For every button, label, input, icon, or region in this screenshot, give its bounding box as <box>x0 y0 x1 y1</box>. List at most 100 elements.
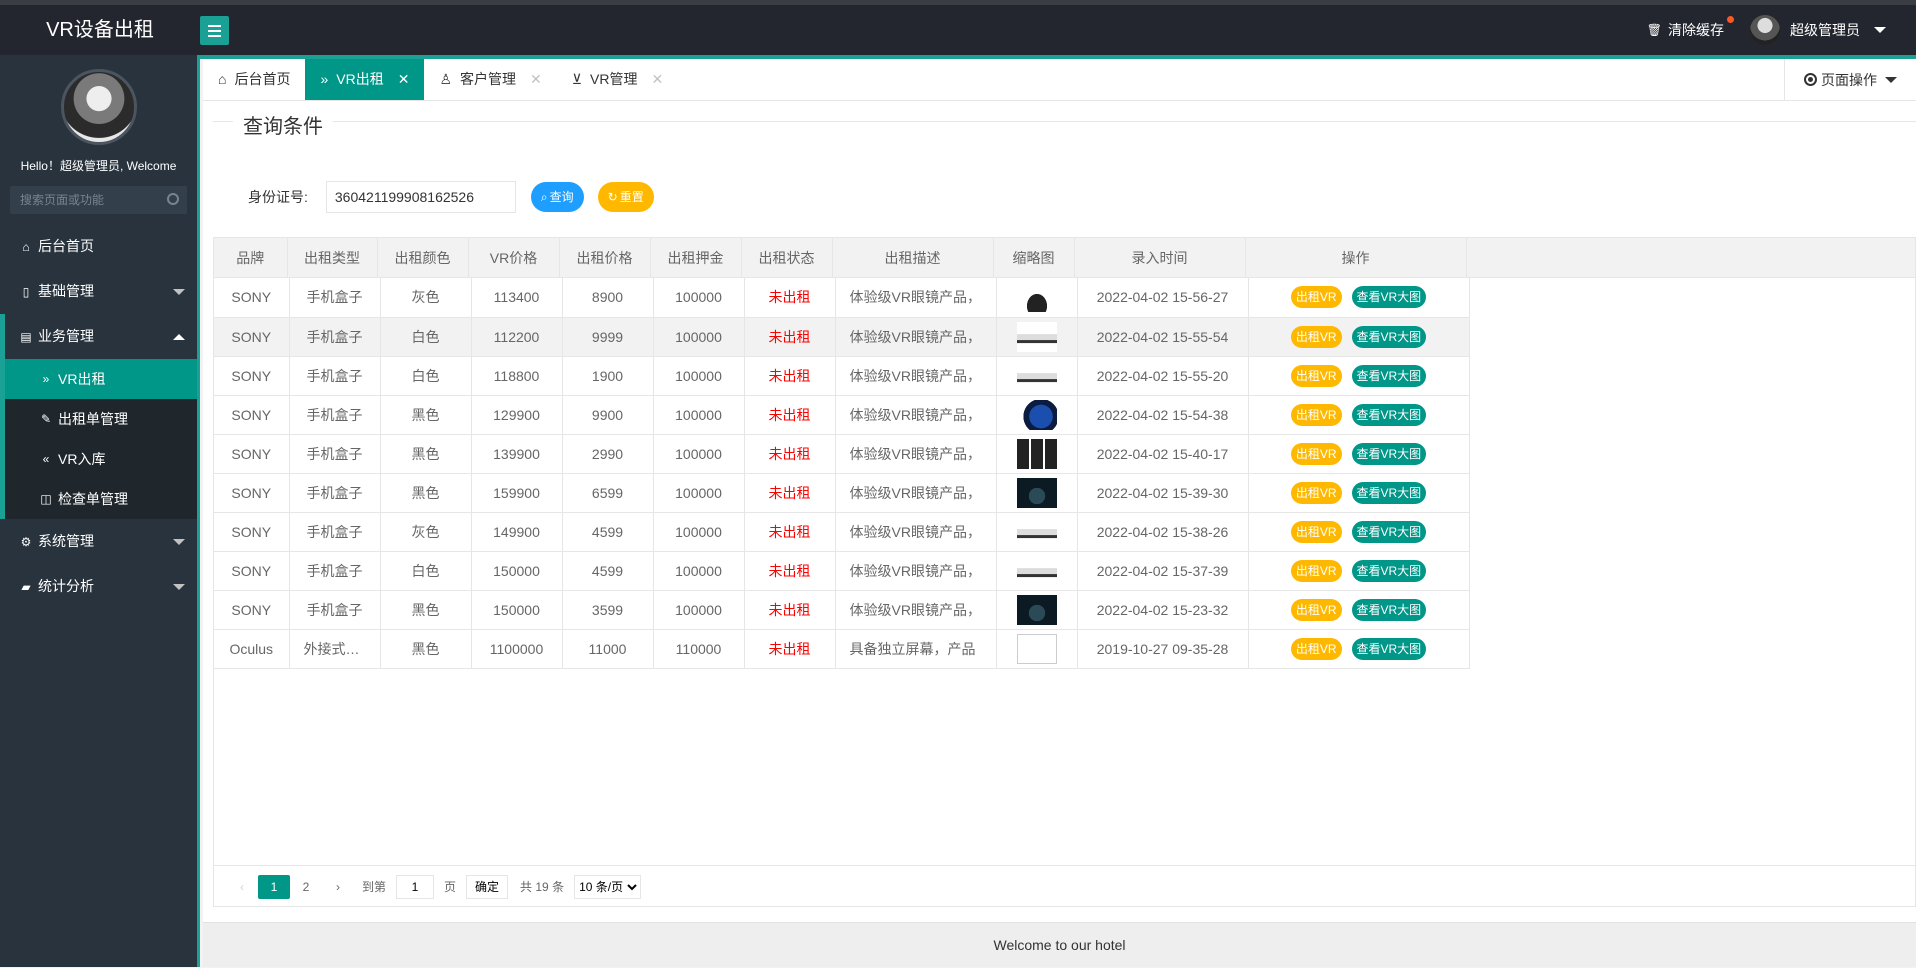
cell-rent-price: 9999 <box>562 317 654 357</box>
cell-type: 手机盒子 <box>289 395 381 435</box>
menu-toggle-button[interactable] <box>200 16 229 45</box>
column-header[interactable]: VR价格 <box>468 238 560 278</box>
view-vr-image-button[interactable]: 查看VR大图 <box>1351 442 1427 465</box>
rent-vr-button[interactable]: 出租VR <box>1290 559 1342 582</box>
column-header[interactable]: 录入时间 <box>1074 238 1246 278</box>
thumbnail-image[interactable] <box>1016 633 1057 664</box>
thumbnail-image[interactable] <box>1016 477 1057 508</box>
table-row[interactable]: SONY 手机盒子 黑色 150000 3599 100000 未出租 体验级VR眼镜产品， 2… <box>214 590 1470 630</box>
view-vr-image-button[interactable]: 查看VR大图 <box>1351 637 1427 660</box>
view-vr-image-button[interactable]: 查看VR大图 <box>1351 403 1427 426</box>
sidebar-item-rent-orders[interactable]: ✎ 出租单管理 <box>5 399 197 439</box>
view-vr-image-button[interactable]: 查看VR大图 <box>1351 520 1427 543</box>
cell-thumbnail <box>996 473 1078 513</box>
view-vr-image-button[interactable]: 查看VR大图 <box>1351 286 1427 309</box>
table-row[interactable]: Oculus 外接式头显 黑色 1100000 11000 110000 未出租 具备独立屏幕… <box>214 629 1470 669</box>
sidebar-item-statistics[interactable]: ▰ 统计分析 <box>0 564 197 609</box>
cell-type: 手机盒子 <box>289 551 381 591</box>
clear-cache-button[interactable]: 🗑 清除缓存 <box>1647 16 1734 40</box>
rent-vr-button[interactable]: 出租VR <box>1290 637 1342 660</box>
table-row[interactable]: SONY 手机盒子 白色 150000 4599 100000 未出租 体验级VR眼镜产品， 2… <box>214 551 1470 591</box>
column-header[interactable]: 操作 <box>1245 238 1467 278</box>
rent-vr-button[interactable]: 出租VR <box>1290 364 1342 387</box>
cell-rent-price: 11000 <box>562 629 654 669</box>
page-ops-button[interactable]: 页面操作 <box>1784 59 1916 100</box>
cell-vr-price: 118800 <box>471 356 563 396</box>
table-row[interactable]: SONY 手机盒子 黑色 139900 2990 100000 未出租 体验级VR眼镜产品， 2… <box>214 434 1470 474</box>
column-header[interactable]: 出租描述 <box>832 238 994 278</box>
sidebar-item-home[interactable]: ⌂ 后台首页 <box>0 224 197 269</box>
thumbnail-image[interactable] <box>1016 555 1057 586</box>
tab-vr-rent[interactable]: » VR出租 ✕ <box>305 59 425 100</box>
column-header[interactable]: 品牌 <box>214 238 288 278</box>
sidebar-item-check-orders[interactable]: ◫ 检查单管理 <box>5 479 197 519</box>
table-body: SONY 手机盒子 灰色 113400 8900 100000 未出租 体验级VR眼镜产品， 2… <box>214 278 1470 669</box>
data-table: 品牌 出租类型 出租颜色 VR价格 出租价格 出租押金 出租状态 出租描述 缩略… <box>213 237 1916 907</box>
user-menu[interactable]: 超级管理员 <box>1750 15 1886 45</box>
thumbnail-image[interactable] <box>1016 516 1057 547</box>
id-number-input[interactable] <box>325 181 516 213</box>
view-vr-image-button[interactable]: 查看VR大图 <box>1351 364 1427 387</box>
goto-confirm-button[interactable]: 确定 <box>466 874 509 899</box>
search-icon[interactable] <box>167 193 179 205</box>
column-header[interactable]: 出租押金 <box>650 238 742 278</box>
cell-status: 未出租 <box>744 434 836 474</box>
view-vr-image-button[interactable]: 查看VR大图 <box>1351 598 1427 621</box>
view-vr-image-button[interactable]: 查看VR大图 <box>1351 481 1427 504</box>
close-icon[interactable]: ✕ <box>530 59 542 100</box>
tab-vr-manage[interactable]: ⊻ VR管理 ✕ <box>557 59 678 100</box>
thumbnail-image[interactable] <box>1016 594 1057 625</box>
tab-home[interactable]: ⌂ 后台首页 <box>203 59 305 100</box>
rent-vr-button[interactable]: 出租VR <box>1290 442 1342 465</box>
page-number[interactable]: 2 <box>290 875 322 899</box>
page-number-current[interactable]: 1 <box>258 874 290 899</box>
view-vr-image-button[interactable]: 查看VR大图 <box>1351 559 1427 582</box>
thumbnail-image[interactable] <box>1016 360 1057 391</box>
footer: Welcome to our hotel <box>203 922 1916 967</box>
cell-brand: Oculus <box>214 629 290 669</box>
table-row[interactable]: SONY 手机盒子 黑色 159900 6599 100000 未出租 体验级VR眼镜产品， 2… <box>214 473 1470 513</box>
next-page-icon[interactable]: › <box>322 875 354 899</box>
reset-button[interactable]: ↻ 重置 <box>597 182 654 212</box>
table-row[interactable]: SONY 手机盒子 白色 112200 9999 100000 未出租 体验级VR眼镜产品， 2… <box>214 317 1470 357</box>
sidebar-item-system[interactable]: ⚙ 系统管理 <box>0 519 197 564</box>
thumbnail-image[interactable] <box>1016 399 1057 430</box>
rent-vr-button[interactable]: 出租VR <box>1290 325 1342 348</box>
cell-actions: 出租VR 查看VR大图 <box>1248 590 1470 630</box>
rent-vr-button[interactable]: 出租VR <box>1290 520 1342 543</box>
thumbnail-image[interactable] <box>1016 321 1057 352</box>
sidebar-item-vr-stock[interactable]: « VR入库 <box>5 439 197 479</box>
sidebar-item-vr-rent[interactable]: » VR出租 <box>5 359 197 399</box>
search-input[interactable] <box>10 186 187 214</box>
tab-customers[interactable]: ♙ 客户管理 ✕ <box>424 59 556 100</box>
column-header[interactable]: 出租状态 <box>741 238 833 278</box>
search-button[interactable]: ⌕ 查询 <box>530 182 584 212</box>
goto-page-input[interactable] <box>396 874 435 899</box>
rent-vr-button[interactable]: 出租VR <box>1290 286 1342 309</box>
thumbnail-image[interactable] <box>1016 438 1057 469</box>
view-vr-image-button[interactable]: 查看VR大图 <box>1351 325 1427 348</box>
column-header[interactable]: 出租颜色 <box>377 238 469 278</box>
rent-vr-button[interactable]: 出租VR <box>1290 481 1342 504</box>
sidebar-item-label: 基础管理 <box>38 283 94 299</box>
column-header[interactable]: 出租类型 <box>287 238 378 278</box>
table-row[interactable]: SONY 手机盒子 灰色 113400 8900 100000 未出租 体验级VR眼镜产品， 2… <box>214 278 1470 318</box>
per-page-select[interactable]: 10 条/页 <box>574 874 642 899</box>
edit-icon: ✎ <box>40 412 52 426</box>
table-row[interactable]: SONY 手机盒子 黑色 129900 9900 100000 未出租 体验级VR眼镜产品， 2… <box>214 395 1470 435</box>
chevron-down-icon <box>1885 76 1897 83</box>
rent-vr-button[interactable]: 出租VR <box>1290 403 1342 426</box>
thumbnail-image[interactable] <box>1016 282 1057 313</box>
cell-description: 体验级VR眼镜产品， <box>835 512 997 552</box>
sidebar-item-basic[interactable]: ▯ 基础管理 <box>0 269 197 314</box>
cell-actions: 出租VR 查看VR大图 <box>1248 395 1470 435</box>
rent-vr-button[interactable]: 出租VR <box>1290 598 1342 621</box>
sidebar-item-business[interactable]: ▤ 业务管理 <box>0 314 197 359</box>
column-header[interactable]: 缩略图 <box>993 238 1075 278</box>
table-row[interactable]: SONY 手机盒子 白色 118800 1900 100000 未出租 体验级VR眼镜产品， 2… <box>214 356 1470 396</box>
close-icon[interactable]: ✕ <box>651 59 663 100</box>
column-header[interactable]: 出租价格 <box>559 238 651 278</box>
prev-page-icon[interactable]: ‹ <box>226 875 258 899</box>
close-icon[interactable]: ✕ <box>398 59 410 100</box>
table-row[interactable]: SONY 手机盒子 灰色 149900 4599 100000 未出租 体验级VR眼镜产品， 2… <box>214 512 1470 552</box>
